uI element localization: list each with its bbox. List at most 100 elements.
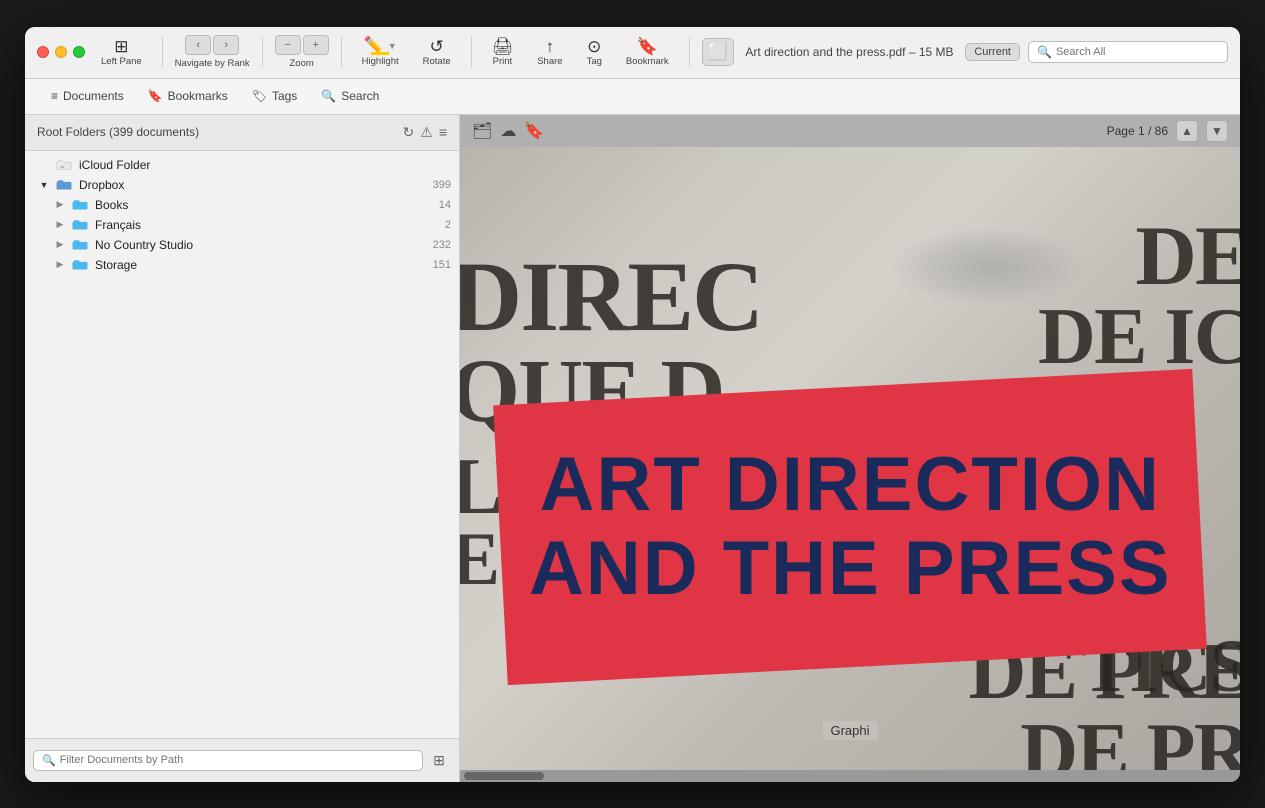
- highlight-button[interactable]: ✏️ ▼ Highlight: [354, 34, 407, 70]
- tab-search[interactable]: 🔍 Search: [311, 84, 389, 108]
- close-button[interactable]: [37, 46, 49, 58]
- print-button[interactable]: 🖨 Print: [484, 35, 522, 70]
- search-input[interactable]: [1056, 46, 1219, 58]
- window-title: Art direction and the press.pdf – 15 MB: [742, 45, 958, 59]
- warning-button[interactable]: ⚠: [420, 124, 433, 141]
- tab-documents[interactable]: ≡ Documents: [41, 84, 134, 108]
- pdf-cloud-icon[interactable]: ☁: [500, 121, 516, 141]
- icloud-chevron: [37, 158, 51, 172]
- scrollbar-thumb[interactable]: [464, 772, 544, 780]
- tag-icon: ⊙: [587, 38, 601, 55]
- tree-item-dropbox[interactable]: ▼ Dropbox 399: [25, 175, 459, 195]
- left-pane-label: Left Pane: [101, 56, 142, 67]
- pdf-scrollbar[interactable]: [460, 770, 1240, 782]
- share-button[interactable]: ↑ Share: [529, 35, 570, 70]
- tag-button[interactable]: ⊙ Tag: [579, 35, 610, 70]
- documents-tab-icon: ≡: [51, 89, 58, 103]
- zoom-group: − + Zoom: [275, 35, 329, 69]
- dropbox-label: Dropbox: [79, 178, 425, 192]
- page-prev-button[interactable]: ▲: [1176, 120, 1198, 142]
- share-icon: ↑: [546, 38, 555, 55]
- divider-2: [262, 37, 263, 67]
- storage-chevron: ▶: [53, 258, 67, 272]
- navigate-group: ‹ › Navigate by Rank: [175, 35, 250, 69]
- main-content: Root Folders (399 documents) ↻ ⚠ ≡ ☁: [25, 115, 1240, 782]
- no-country-studio-chevron: ▶: [53, 238, 67, 252]
- titlebar: ⊞ Left Pane ‹ › Navigate by Rank − + Zoo…: [25, 27, 1240, 79]
- divider-1: [162, 37, 163, 67]
- refresh-button[interactable]: ↻: [403, 124, 415, 141]
- tree-item-books[interactable]: ▶ Books 14: [25, 195, 459, 215]
- filter-search-icon: 🔍: [42, 754, 56, 767]
- rotate-icon: ↺: [430, 38, 444, 55]
- page-info: Page 1 / 86 ▲ ▼: [1107, 120, 1228, 142]
- banner-line1: ART DIRECTION: [529, 443, 1172, 527]
- books-folder-icon: [72, 198, 90, 212]
- bookmark-icon: 🔖: [637, 38, 658, 55]
- books-chevron: ▶: [53, 198, 67, 212]
- no-country-studio-count: 232: [433, 239, 451, 251]
- francais-folder-icon: [72, 218, 90, 232]
- svg-text:☁: ☁: [60, 164, 64, 169]
- current-button[interactable]: Current: [965, 43, 1020, 61]
- dropbox-count: 399: [433, 179, 451, 191]
- left-pane-icon: ⊞: [114, 38, 128, 55]
- minimize-button[interactable]: [55, 46, 67, 58]
- pdf-bookmark-topbar-icon[interactable]: 🔖: [524, 121, 544, 141]
- list-options-button[interactable]: ≡: [439, 124, 447, 140]
- tree-item-francais[interactable]: ▶ Français 2: [25, 215, 459, 235]
- tree-item-storage[interactable]: ▶ Storage 151: [25, 255, 459, 275]
- sidebar-header: Root Folders (399 documents) ↻ ⚠ ≡: [25, 115, 459, 151]
- divider-3: [341, 37, 342, 67]
- tab-tags-label: Tags: [272, 89, 297, 103]
- rotate-button[interactable]: ↺ Rotate: [415, 35, 459, 70]
- rotate-label: Rotate: [423, 56, 451, 67]
- tree-item-icloud[interactable]: ☁ iCloud Folder: [25, 155, 459, 175]
- tree-item-no-country-studio[interactable]: ▶ No Country Studio 232: [25, 235, 459, 255]
- filter-input[interactable]: [60, 754, 414, 766]
- print-label: Print: [493, 56, 513, 67]
- zoom-in-button[interactable]: +: [303, 35, 329, 55]
- no-country-studio-label: No Country Studio: [95, 238, 425, 252]
- tab-search-label: Search: [341, 89, 379, 103]
- view-button[interactable]: ⬜: [702, 38, 734, 66]
- icloud-icon: ☁: [56, 158, 74, 172]
- banner-line2: AND THE PRESS: [529, 527, 1172, 611]
- pdf-folder-icon[interactable]: 🗂: [472, 121, 492, 141]
- francais-count: 2: [445, 219, 451, 231]
- left-pane-button[interactable]: ⊞ Left Pane: [93, 35, 150, 70]
- tab-bookmarks[interactable]: 🔖 Bookmarks: [138, 84, 238, 108]
- pdf-topbar-icons: 🗂 ☁ 🔖: [472, 121, 544, 141]
- pdf-content: DIREC QUE D LA DIR E DE DE IC DE PRE DE …: [460, 147, 1240, 770]
- navigate-forward-button[interactable]: ›: [213, 35, 239, 55]
- navigate-label: Navigate by Rank: [175, 58, 250, 69]
- divider-5: [689, 37, 690, 67]
- tab-tags[interactable]: 🏷 Tags: [242, 84, 308, 108]
- sidebar-footer: 🔍 ⊞: [25, 738, 459, 782]
- filter-options-button[interactable]: ⊞: [427, 748, 451, 772]
- traffic-lights: [37, 46, 85, 58]
- bookmark-button[interactable]: 🔖 Bookmark: [618, 35, 677, 70]
- filter-input-wrap: 🔍: [33, 750, 423, 771]
- search-icon: 🔍: [1037, 45, 1052, 59]
- tags-tab-icon: 🏷: [252, 89, 267, 103]
- pdf-page: DIREC QUE D LA DIR E DE DE IC DE PRE DE …: [460, 147, 1240, 770]
- file-tree: ☁ iCloud Folder ▼ Dropbox 399: [25, 151, 459, 738]
- books-label: Books: [95, 198, 431, 212]
- navigate-back-button[interactable]: ‹: [185, 35, 211, 55]
- highlight-underline: [371, 52, 389, 55]
- zoom-out-button[interactable]: −: [275, 35, 301, 55]
- zoom-arrows: − +: [275, 35, 329, 55]
- pdf-viewer: 🗂 ☁ 🔖 Page 1 / 86 ▲ ▼: [460, 115, 1240, 782]
- maximize-button[interactable]: [73, 46, 85, 58]
- page-next-button[interactable]: ▼: [1206, 120, 1228, 142]
- eye-area: [890, 227, 1090, 307]
- app-window: ⊞ Left Pane ‹ › Navigate by Rank − + Zoo…: [25, 27, 1240, 782]
- icloud-label: iCloud Folder: [79, 158, 451, 172]
- sidebar: Root Folders (399 documents) ↻ ⚠ ≡ ☁: [25, 115, 460, 782]
- page-info-text: Page 1 / 86: [1107, 124, 1168, 138]
- no-country-studio-folder-icon: [72, 238, 90, 252]
- red-banner: ART DIRECTION AND THE PRESS: [493, 368, 1207, 684]
- bookmark-label: Bookmark: [626, 56, 669, 67]
- print-icon: 🖨: [492, 38, 514, 55]
